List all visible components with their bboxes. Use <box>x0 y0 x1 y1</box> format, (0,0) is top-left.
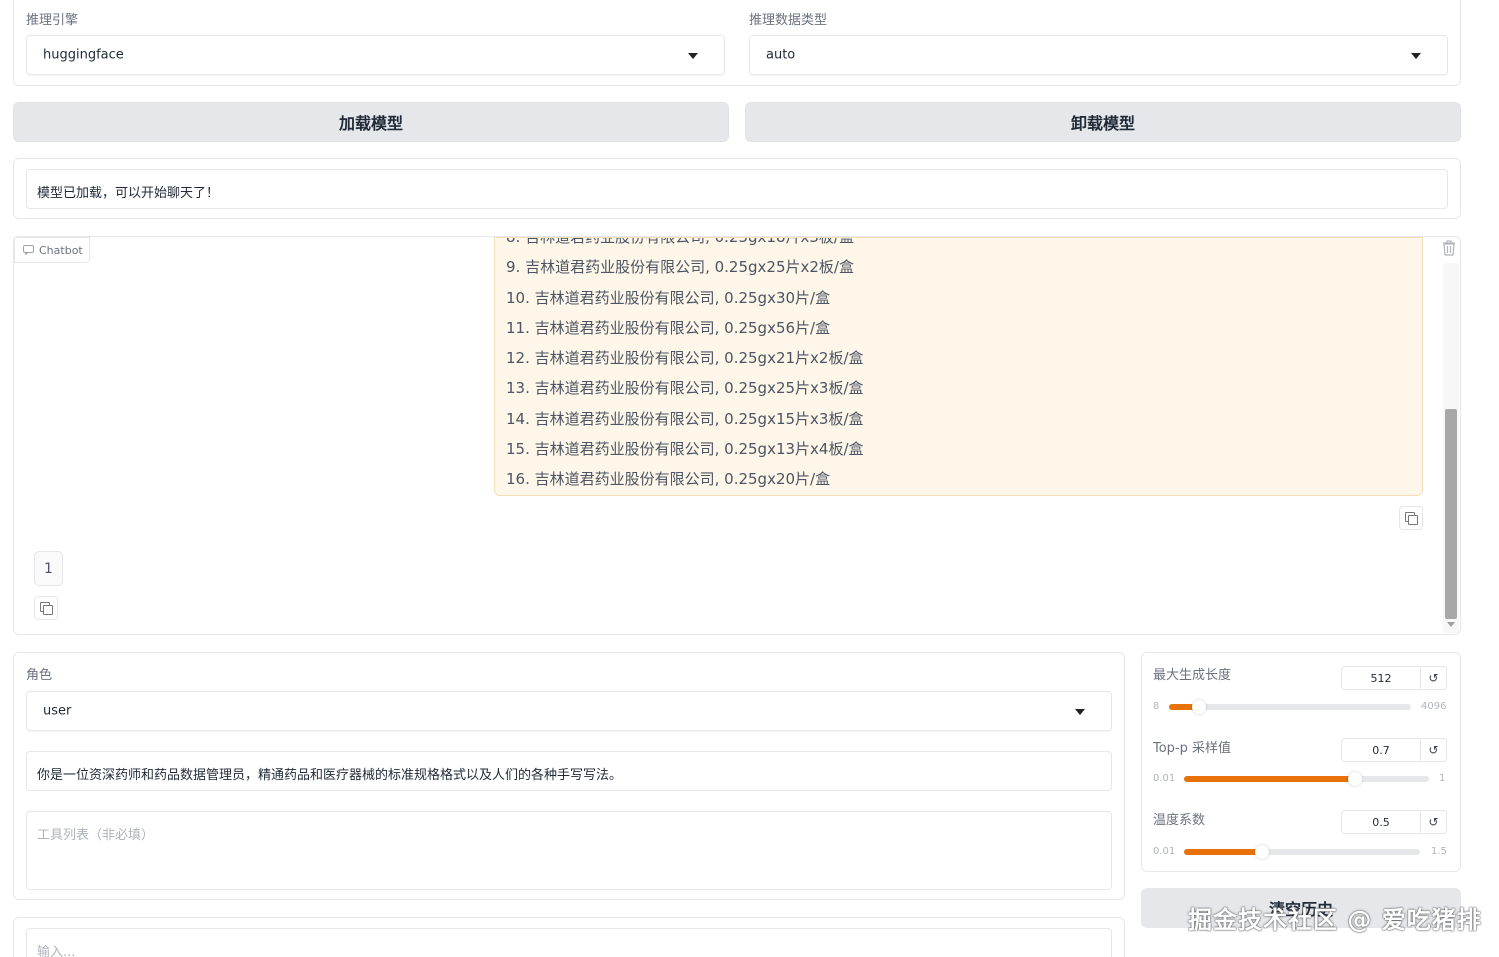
reset-icon: ↺ <box>1428 743 1439 757</box>
temperature-label: 温度系数 <box>1153 813 1206 828</box>
top-p-number-input[interactable]: 0.7 <box>1341 738 1421 762</box>
engine-label: 推理引擎 <box>26 13 79 28</box>
bot-message: 8. 吉林道君药业股份有限公司, 0.25gx18片x3板/盒 9. 吉林道君药业… <box>494 237 1423 496</box>
temperature-number-input[interactable]: 0.5 <box>1341 810 1421 834</box>
dtype-select-value: auto <box>766 47 796 63</box>
load-model-button[interactable]: 加载模型 <box>13 102 729 142</box>
scroll-down-arrow-icon[interactable] <box>1447 622 1455 627</box>
temperature-min: 0.01 <box>1153 846 1176 857</box>
top-p-slider[interactable] <box>1184 772 1429 786</box>
chat-icon <box>23 245 34 255</box>
top-p-max: 1 <box>1439 773 1446 784</box>
max-length-slider-handle[interactable] <box>1192 700 1206 714</box>
top-p-reset-button[interactable]: ↺ <box>1421 738 1447 762</box>
trash-icon[interactable] <box>1441 239 1457 257</box>
chevron-down-icon <box>688 53 698 59</box>
tools-textbox[interactable]: 工具列表（非必填） <box>26 811 1112 890</box>
status-text: 模型已加载，可以开始聊天了！ <box>37 186 220 201</box>
chat-scrollbar-thumb[interactable] <box>1445 409 1457 619</box>
bot-message-list: 8. 吉林道君药业股份有限公司, 0.25gx18片x3板/盒 9. 吉林道君药业… <box>506 237 864 495</box>
temperature-max: 1.5 <box>1431 846 1447 857</box>
max-length-slider[interactable] <box>1169 700 1411 714</box>
bot-message-line: 11. 吉林道君药业股份有限公司, 0.25gx56片/盒 <box>506 318 831 337</box>
bot-message-line: 16. 吉林道君药业股份有限公司, 0.25gx20片/盒 <box>506 470 831 489</box>
top-p-min: 0.01 <box>1153 773 1176 784</box>
chat-input-placeholder: 输入... <box>37 945 76 957</box>
bot-message-line: 12. 吉林道君药业股份有限公司, 0.25gx21片x2板/盒 <box>506 349 864 368</box>
chat-input[interactable]: 输入... <box>26 928 1112 957</box>
user-message: 1 <box>34 551 63 586</box>
chevron-down-icon <box>1411 53 1421 59</box>
copy-icon <box>40 602 53 615</box>
temperature-slider-handle[interactable] <box>1255 845 1269 859</box>
chatbot-tag: Chatbot <box>14 237 90 263</box>
chevron-down-icon <box>1075 709 1085 715</box>
temperature-slider-fill <box>1184 849 1262 855</box>
bot-message-line: 9. 吉林道君药业股份有限公司, 0.25gx25片x2板/盒 <box>506 258 854 277</box>
role-select[interactable]: user <box>26 691 1112 731</box>
temperature-reset-button[interactable]: ↺ <box>1421 810 1447 834</box>
engine-select[interactable]: huggingface <box>26 35 725 75</box>
copy-bot-message-button[interactable] <box>1399 506 1423 530</box>
bot-message-line: 10. 吉林道君药业股份有限公司, 0.25gx30片/盒 <box>506 288 831 307</box>
system-prompt-text: 你是一位资深药师和药品数据管理员，精通药品和医疗器械的标准规格格式以及人们的各种… <box>37 768 623 783</box>
top-p-slider-fill <box>1184 776 1355 782</box>
system-prompt-textbox[interactable]: 你是一位资深药师和药品数据管理员，精通药品和医疗器械的标准规格格式以及人们的各种… <box>26 751 1112 791</box>
role-select-value: user <box>43 703 72 719</box>
max-length-number-input[interactable]: 512 <box>1341 666 1421 690</box>
reset-icon: ↺ <box>1428 671 1439 685</box>
dtype-label: 推理数据类型 <box>749 13 828 28</box>
engine-select-value: huggingface <box>43 47 124 63</box>
copy-user-message-button[interactable] <box>34 596 58 620</box>
reset-icon: ↺ <box>1428 815 1439 829</box>
unload-model-button[interactable]: 卸载模型 <box>745 102 1461 142</box>
max-length-min: 8 <box>1153 701 1160 712</box>
temperature-slider[interactable] <box>1184 845 1420 859</box>
tools-placeholder: 工具列表（非必填） <box>37 828 155 843</box>
watermark: 掘金技术社区 @ 爱吃猪排 <box>1188 906 1482 934</box>
top-p-label: Top-p 采样值 <box>1153 741 1232 756</box>
bot-message-line: 8. 吉林道君药业股份有限公司, 0.25gx18片x3板/盒 <box>506 237 854 246</box>
bot-message-line: 13. 吉林道君药业股份有限公司, 0.25gx25片x3板/盒 <box>506 379 864 398</box>
role-label: 角色 <box>26 668 53 683</box>
chatbot-tag-label: Chatbot <box>39 243 83 257</box>
dtype-select[interactable]: auto <box>749 35 1448 75</box>
bot-message-line: 14. 吉林道君药业股份有限公司, 0.25gx15片x3板/盒 <box>506 409 864 428</box>
max-length-reset-button[interactable]: ↺ <box>1421 666 1447 690</box>
bot-message-line: 15. 吉林道君药业股份有限公司, 0.25gx13片x4板/盒 <box>506 440 864 459</box>
max-length-label: 最大生成长度 <box>1153 668 1232 683</box>
copy-icon <box>1405 512 1418 525</box>
status-textbox[interactable]: 模型已加载，可以开始聊天了！ <box>26 169 1448 209</box>
max-length-max: 4096 <box>1421 701 1447 712</box>
top-p-slider-handle[interactable] <box>1348 772 1362 786</box>
